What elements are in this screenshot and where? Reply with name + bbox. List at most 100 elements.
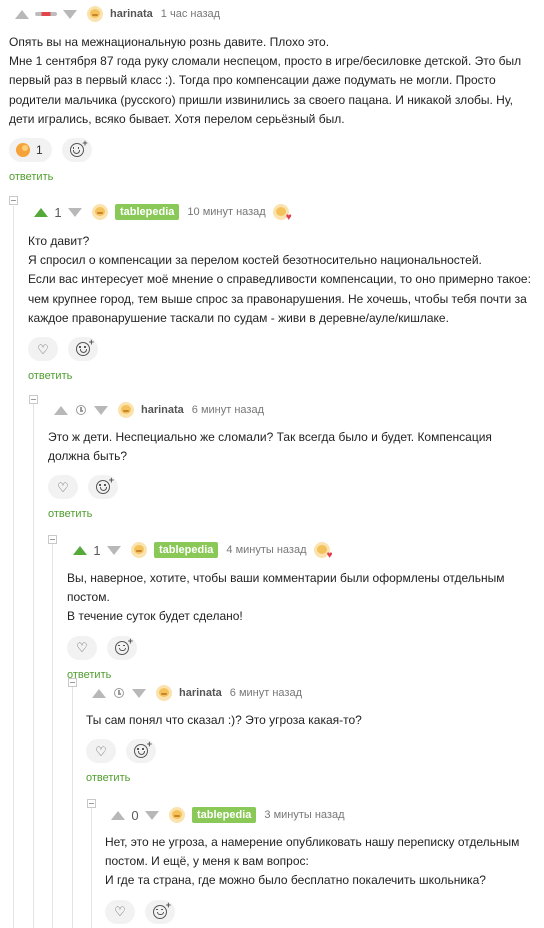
comment-actions: 1 + bbox=[9, 138, 536, 163]
upvote-button[interactable] bbox=[15, 9, 29, 19]
thread-line bbox=[13, 206, 14, 928]
comment: harinata 1 час назад Опять вы на межнаци… bbox=[9, 4, 536, 185]
author-badge-icon bbox=[272, 204, 292, 223]
comment-header: 1 tablepedia 10 минут назад bbox=[28, 202, 536, 223]
comment-actions: ♡ + bbox=[28, 337, 536, 362]
add-emoji-icon: + bbox=[69, 139, 88, 158]
comment-actions: ♡ + bbox=[86, 739, 536, 764]
avatar[interactable] bbox=[131, 542, 147, 558]
thread-line bbox=[72, 687, 73, 928]
comment-actions: ♡ + bbox=[105, 899, 536, 924]
downvote-button[interactable] bbox=[63, 9, 77, 19]
add-reaction-button[interactable]: + bbox=[107, 635, 137, 660]
avatar[interactable] bbox=[169, 807, 185, 823]
comment-time[interactable]: 6 минут назад bbox=[192, 404, 264, 416]
heart-icon: ♡ bbox=[57, 479, 69, 495]
like-button[interactable]: ♡ bbox=[86, 739, 116, 764]
comment-time[interactable]: 10 минут назад bbox=[187, 206, 265, 218]
heart-icon: ♡ bbox=[95, 743, 107, 759]
comment-header: harinata 6 минут назад bbox=[48, 400, 536, 420]
username[interactable]: tablepedia bbox=[154, 542, 219, 558]
downvote-button[interactable] bbox=[94, 405, 108, 415]
add-reaction-button[interactable]: + bbox=[61, 138, 92, 163]
collapse-thread-button[interactable] bbox=[29, 395, 38, 404]
avatar[interactable] bbox=[92, 204, 108, 220]
thread-line bbox=[52, 544, 53, 928]
comment-body: Это ж дети. Неспециально же сломали? Так… bbox=[48, 430, 492, 464]
comment: 1 tablepedia 10 минут назад Кто давит? Я… bbox=[28, 202, 536, 384]
add-emoji-icon: + bbox=[115, 636, 133, 655]
comment-body: Ты сам понял что сказал :)? Это угроза к… bbox=[86, 713, 362, 727]
clock-icon bbox=[114, 688, 124, 698]
comment-text: Это ж дети. Неспециально же сломали? Так… bbox=[48, 428, 536, 466]
rating-count: 0 bbox=[131, 807, 139, 823]
add-emoji-icon: + bbox=[134, 740, 152, 759]
add-reaction-button[interactable]: + bbox=[88, 475, 118, 500]
thread-line bbox=[33, 404, 34, 928]
rating-count: 1 bbox=[93, 542, 101, 558]
username[interactable]: harinata bbox=[141, 404, 184, 416]
comment-text: Ты сам понял что сказал :)? Это угроза к… bbox=[86, 711, 536, 730]
comment-header: harinata 6 минут назад bbox=[86, 683, 536, 703]
comment-text: Кто давит? Я спросил о компенсации за пе… bbox=[28, 232, 536, 328]
add-emoji-icon: + bbox=[76, 338, 94, 357]
avatar[interactable] bbox=[156, 685, 172, 701]
comment-actions: ♡ + bbox=[67, 635, 536, 660]
comment: harinata 6 минут назад Ты сам понял что … bbox=[86, 683, 536, 786]
reaction-button[interactable]: 1 bbox=[9, 138, 52, 163]
comment-time[interactable]: 4 минуты назад bbox=[226, 544, 306, 556]
upvote-button[interactable] bbox=[92, 688, 106, 698]
heart-icon: ♡ bbox=[114, 904, 126, 920]
downvote-button[interactable] bbox=[68, 207, 82, 217]
username[interactable]: harinata bbox=[110, 8, 153, 20]
like-button[interactable]: ♡ bbox=[67, 635, 97, 660]
add-reaction-button[interactable]: + bbox=[145, 899, 175, 924]
comment-time[interactable]: 3 минуты назад bbox=[264, 809, 344, 821]
username[interactable]: tablepedia bbox=[192, 807, 257, 823]
upvote-button[interactable] bbox=[54, 405, 68, 415]
comment-body: Кто давит? Я спросил о компенсации за пе… bbox=[28, 234, 531, 325]
reaction-emoji-icon bbox=[16, 143, 30, 158]
collapse-thread-button[interactable] bbox=[9, 196, 18, 205]
comment: 1 tablepedia 4 минуты назад Вы, наверное… bbox=[67, 540, 536, 683]
username[interactable]: harinata bbox=[179, 687, 222, 699]
reply-link[interactable]: ответить bbox=[9, 171, 53, 183]
author-badge-icon bbox=[313, 542, 333, 561]
comment-time[interactable]: 6 минут назад bbox=[230, 687, 302, 699]
rating-bar bbox=[35, 12, 57, 16]
add-reaction-button[interactable]: + bbox=[68, 337, 98, 362]
avatar[interactable] bbox=[118, 402, 134, 418]
like-button[interactable]: ♡ bbox=[28, 337, 58, 362]
reply-link[interactable]: ответить bbox=[28, 370, 72, 382]
collapse-thread-button[interactable] bbox=[87, 799, 96, 808]
collapse-thread-button[interactable] bbox=[48, 535, 57, 544]
reaction-count: 1 bbox=[36, 143, 43, 158]
avatar[interactable] bbox=[87, 6, 103, 22]
clock-icon bbox=[76, 405, 86, 415]
rating-count: 1 bbox=[54, 204, 62, 220]
reply-link[interactable]: ответить bbox=[86, 772, 130, 784]
heart-icon: ♡ bbox=[76, 640, 88, 656]
comment-text: Вы, наверное, хотите, чтобы ваши коммент… bbox=[67, 569, 536, 627]
comment-text: Нет, это не угроза, а намерение опублико… bbox=[105, 833, 536, 891]
comment-time[interactable]: 1 час назад bbox=[161, 8, 220, 20]
downvote-button[interactable] bbox=[107, 545, 121, 555]
upvote-button[interactable] bbox=[34, 207, 48, 217]
comment-body: Нет, это не угроза, а намерение опублико… bbox=[105, 835, 520, 888]
upvote-button[interactable] bbox=[111, 810, 125, 820]
comment-header: 1 tablepedia 4 минуты назад bbox=[67, 540, 536, 561]
add-reaction-button[interactable]: + bbox=[126, 739, 156, 764]
downvote-button[interactable] bbox=[145, 810, 159, 820]
downvote-button[interactable] bbox=[132, 688, 146, 698]
heart-icon: ♡ bbox=[37, 341, 49, 357]
like-button[interactable]: ♡ bbox=[105, 899, 135, 924]
reply-link[interactable]: ответить bbox=[67, 669, 111, 681]
comment-header: 0 tablepedia 3 минуты назад bbox=[105, 805, 536, 825]
reply-link[interactable]: ответить bbox=[48, 508, 92, 520]
comment: 0 tablepedia 3 минуты назад Нет, это не … bbox=[105, 805, 536, 924]
thread-line bbox=[91, 808, 92, 928]
like-button[interactable]: ♡ bbox=[48, 475, 78, 500]
add-emoji-icon: + bbox=[153, 900, 171, 919]
upvote-button[interactable] bbox=[73, 545, 87, 555]
username[interactable]: tablepedia bbox=[115, 204, 180, 220]
